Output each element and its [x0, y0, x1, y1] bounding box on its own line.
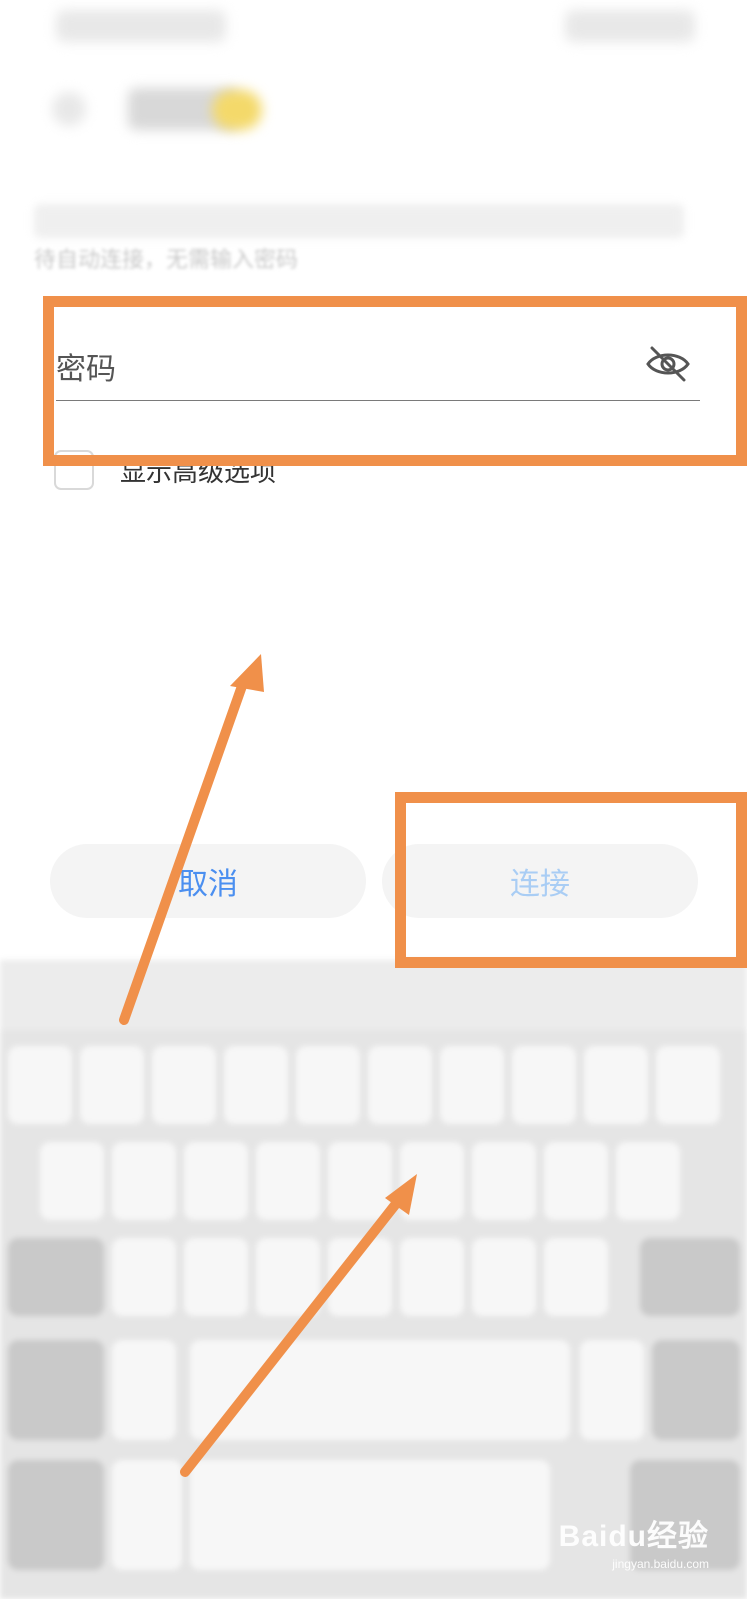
keyboard-key[interactable]	[368, 1046, 432, 1124]
network-badge	[212, 90, 262, 130]
keyboard-key[interactable]	[544, 1142, 608, 1220]
keyboard-key[interactable]	[184, 1238, 248, 1316]
space-key[interactable]	[190, 1340, 570, 1440]
keyboard-key[interactable]	[580, 1340, 644, 1440]
enter-key[interactable]	[652, 1340, 740, 1440]
status-bar-right	[565, 10, 695, 42]
keyboard-key[interactable]	[112, 1142, 176, 1220]
keyboard-key[interactable]	[472, 1142, 536, 1220]
status-bar-left	[56, 10, 226, 42]
keyboard-key[interactable]	[544, 1238, 608, 1316]
keyboard-key[interactable]	[80, 1046, 144, 1124]
annotation-arrowhead-upper	[230, 654, 264, 692]
annotation-frame-connect	[395, 792, 747, 968]
keyboard-key[interactable]	[256, 1142, 320, 1220]
keyboard-key[interactable]	[8, 1046, 72, 1124]
soft-keyboard[interactable]	[0, 960, 747, 1599]
keyboard-key[interactable]	[400, 1142, 464, 1220]
keyboard-key[interactable]	[112, 1238, 176, 1316]
keyboard-key[interactable]	[584, 1046, 648, 1124]
connection-hint: 待自动连接，无需输入密码	[34, 200, 714, 282]
watermark-url: jingyan.baidu.com	[612, 1557, 709, 1571]
annotation-frame-password	[43, 296, 747, 466]
backspace-key[interactable]	[640, 1238, 740, 1316]
top-header	[0, 0, 747, 190]
hint-line-blurred	[34, 204, 684, 238]
symbol-key[interactable]	[8, 1340, 104, 1440]
back-icon[interactable]	[52, 92, 86, 126]
keyboard-key[interactable]	[40, 1142, 104, 1220]
keyboard-key[interactable]	[112, 1460, 182, 1570]
keyboard-key[interactable]	[184, 1142, 248, 1220]
keyboard-key[interactable]	[256, 1238, 320, 1316]
cancel-button[interactable]: 取消	[50, 844, 366, 918]
keyboard-key[interactable]	[152, 1046, 216, 1124]
keyboard-key[interactable]	[400, 1238, 464, 1316]
keyboard-key[interactable]	[656, 1046, 720, 1124]
keyboard-key[interactable]	[616, 1142, 680, 1220]
keyboard-key[interactable]	[224, 1046, 288, 1124]
watermark-brand: Baidu经验	[558, 1520, 709, 1553]
baidu-jingyan-watermark: Baidu经验 jingyan.baidu.com	[559, 1511, 709, 1571]
keyboard-key[interactable]	[328, 1238, 392, 1316]
keyboard-toolbar	[0, 960, 747, 1030]
hint-text: 待自动连接，无需输入密码	[34, 247, 299, 272]
keyboard-key[interactable]	[512, 1046, 576, 1124]
keyboard-key[interactable]	[112, 1340, 176, 1440]
keyboard-key[interactable]	[328, 1142, 392, 1220]
keyboard-key[interactable]	[472, 1238, 536, 1316]
shift-key[interactable]	[8, 1238, 104, 1316]
keyboard-key[interactable]	[296, 1046, 360, 1124]
keyboard-key[interactable]	[440, 1046, 504, 1124]
space-bar[interactable]	[190, 1460, 550, 1570]
language-key[interactable]	[8, 1460, 104, 1570]
